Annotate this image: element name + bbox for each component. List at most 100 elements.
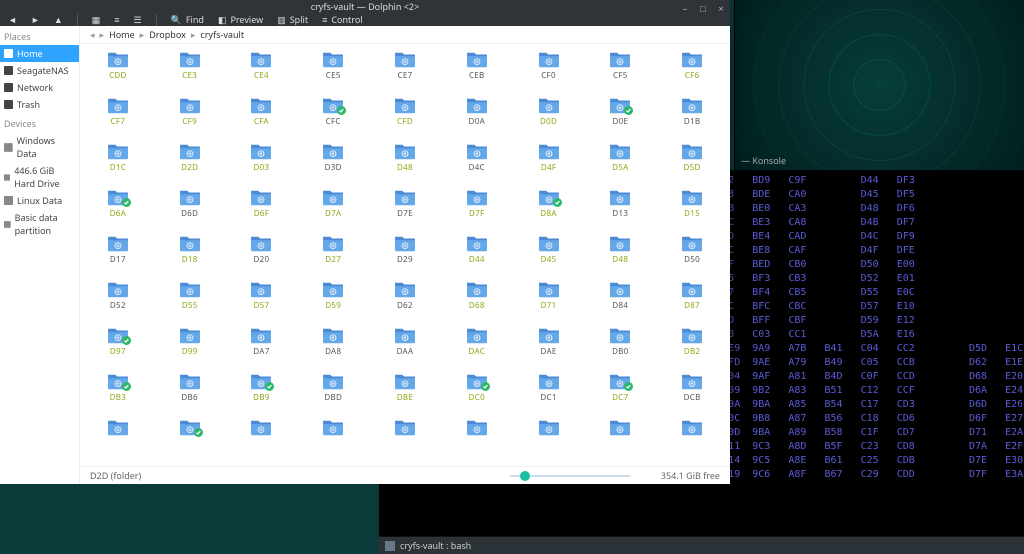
folder-item[interactable]: CFA bbox=[226, 96, 298, 138]
folder-item[interactable]: CFD bbox=[369, 96, 441, 138]
titlebar[interactable]: cryfs-vault — Dolphin <2> – □ × bbox=[0, 0, 730, 13]
folder-item[interactable]: CDD bbox=[82, 50, 154, 92]
folder-item[interactable]: D1C bbox=[82, 142, 154, 184]
maximize-button[interactable]: □ bbox=[698, 3, 708, 13]
folder-item[interactable]: DAC bbox=[441, 326, 513, 368]
up-button[interactable]: ▲ bbox=[54, 13, 63, 26]
control-button[interactable]: ≡ Control bbox=[322, 13, 363, 26]
find-button[interactable]: 🔍 Find bbox=[171, 13, 204, 26]
folder-item[interactable] bbox=[656, 418, 728, 460]
folder-item[interactable]: D6A bbox=[82, 188, 154, 230]
folder-item[interactable]: D55 bbox=[154, 280, 226, 322]
folder-item[interactable]: CF6 bbox=[656, 50, 728, 92]
view-details-button[interactable]: ☰ bbox=[134, 13, 142, 26]
folder-item[interactable]: D8A bbox=[513, 188, 585, 230]
folder-item[interactable]: CF7 bbox=[82, 96, 154, 138]
folder-item[interactable]: D62 bbox=[369, 280, 441, 322]
folder-item[interactable]: D15 bbox=[656, 188, 728, 230]
sidebar-device[interactable]: 446.6 GiB Hard Drive bbox=[0, 162, 79, 192]
folder-item[interactable]: D44 bbox=[441, 234, 513, 276]
back-button[interactable]: ◄ bbox=[8, 13, 17, 26]
folder-item[interactable]: D2D bbox=[154, 142, 226, 184]
folder-item[interactable]: D18 bbox=[154, 234, 226, 276]
folder-item[interactable] bbox=[82, 418, 154, 460]
folder-item[interactable] bbox=[226, 418, 298, 460]
folder-item[interactable]: DCB bbox=[656, 372, 728, 414]
folder-item[interactable]: CE3 bbox=[154, 50, 226, 92]
breadcrumb-segment[interactable]: cryfs-vault bbox=[200, 28, 244, 41]
folder-item[interactable]: D68 bbox=[441, 280, 513, 322]
sidebar-place-seagatenas[interactable]: SeagateNAS bbox=[0, 62, 79, 79]
folder-item[interactable]: DBE bbox=[369, 372, 441, 414]
split-button[interactable]: ▥ Split bbox=[277, 13, 308, 26]
file-view[interactable]: CDDCE3CE4CE5CE7CEBCF0CF5CF6CF7CF9CFACFCC… bbox=[80, 44, 730, 466]
folder-item[interactable]: D99 bbox=[154, 326, 226, 368]
terminal-taskbar[interactable]: cryfs-vault : bash bbox=[379, 536, 1024, 554]
sidebar-place-trash[interactable]: Trash bbox=[0, 96, 79, 113]
forward-button[interactable]: ► bbox=[31, 13, 40, 26]
folder-item[interactable]: DAA bbox=[369, 326, 441, 368]
folder-item[interactable]: D45 bbox=[513, 234, 585, 276]
folder-item[interactable] bbox=[513, 418, 585, 460]
folder-item[interactable]: CEB bbox=[441, 50, 513, 92]
folder-item[interactable]: D4F bbox=[513, 142, 585, 184]
minimize-button[interactable]: – bbox=[680, 3, 690, 13]
sidebar-device[interactable]: Linux Data bbox=[0, 192, 79, 209]
folder-item[interactable]: D48 bbox=[584, 234, 656, 276]
folder-item[interactable] bbox=[584, 418, 656, 460]
folder-item[interactable]: DC7 bbox=[584, 372, 656, 414]
folder-item[interactable]: DB3 bbox=[82, 372, 154, 414]
folder-item[interactable]: D0D bbox=[513, 96, 585, 138]
folder-item[interactable]: D48 bbox=[369, 142, 441, 184]
folder-item[interactable]: D97 bbox=[82, 326, 154, 368]
folder-item[interactable] bbox=[369, 418, 441, 460]
folder-item[interactable]: D84 bbox=[584, 280, 656, 322]
sidebar-device[interactable]: Windows Data bbox=[0, 132, 79, 162]
breadcrumb-segment[interactable]: Dropbox bbox=[149, 28, 186, 41]
folder-item[interactable] bbox=[297, 418, 369, 460]
folder-item[interactable]: DB2 bbox=[656, 326, 728, 368]
preview-button[interactable]: ◧ Preview bbox=[218, 13, 263, 26]
folder-item[interactable]: D13 bbox=[584, 188, 656, 230]
view-compact-button[interactable]: ≡ bbox=[114, 13, 119, 26]
folder-item[interactable]: D5D bbox=[656, 142, 728, 184]
sidebar-place-network[interactable]: Network bbox=[0, 79, 79, 96]
folder-item[interactable]: D27 bbox=[297, 234, 369, 276]
folder-item[interactable]: D71 bbox=[513, 280, 585, 322]
folder-item[interactable]: CF0 bbox=[513, 50, 585, 92]
folder-item[interactable]: D03 bbox=[226, 142, 298, 184]
sidebar-device[interactable]: Basic data partition bbox=[0, 209, 79, 239]
folder-item[interactable]: CFC bbox=[297, 96, 369, 138]
folder-item[interactable]: D7E bbox=[369, 188, 441, 230]
folder-item[interactable]: CE4 bbox=[226, 50, 298, 92]
folder-item[interactable] bbox=[154, 418, 226, 460]
folder-item[interactable]: DC1 bbox=[513, 372, 585, 414]
folder-item[interactable]: D52 bbox=[82, 280, 154, 322]
folder-item[interactable]: CF9 bbox=[154, 96, 226, 138]
folder-item[interactable] bbox=[441, 418, 513, 460]
folder-item[interactable]: D29 bbox=[369, 234, 441, 276]
view-icons-button[interactable]: ▦ bbox=[92, 13, 101, 26]
folder-item[interactable]: D87 bbox=[656, 280, 728, 322]
folder-item[interactable]: DAE bbox=[513, 326, 585, 368]
folder-item[interactable]: D50 bbox=[656, 234, 728, 276]
folder-item[interactable]: D3D bbox=[297, 142, 369, 184]
folder-item[interactable]: D5A bbox=[584, 142, 656, 184]
folder-item[interactable]: DB9 bbox=[226, 372, 298, 414]
folder-item[interactable]: DB0 bbox=[584, 326, 656, 368]
folder-item[interactable]: CE7 bbox=[369, 50, 441, 92]
folder-item[interactable]: D6D bbox=[154, 188, 226, 230]
folder-item[interactable]: D7F bbox=[441, 188, 513, 230]
folder-item[interactable]: D20 bbox=[226, 234, 298, 276]
folder-item[interactable]: D1B bbox=[656, 96, 728, 138]
folder-item[interactable]: DC0 bbox=[441, 372, 513, 414]
folder-item[interactable]: DBD bbox=[297, 372, 369, 414]
folder-item[interactable]: D57 bbox=[226, 280, 298, 322]
folder-item[interactable]: D59 bbox=[297, 280, 369, 322]
folder-item[interactable]: CE5 bbox=[297, 50, 369, 92]
breadcrumb-segment[interactable]: Home bbox=[109, 28, 135, 41]
folder-item[interactable]: D4C bbox=[441, 142, 513, 184]
folder-item[interactable]: D6F bbox=[226, 188, 298, 230]
zoom-slider-thumb[interactable] bbox=[520, 471, 530, 481]
folder-item[interactable]: D7A bbox=[297, 188, 369, 230]
